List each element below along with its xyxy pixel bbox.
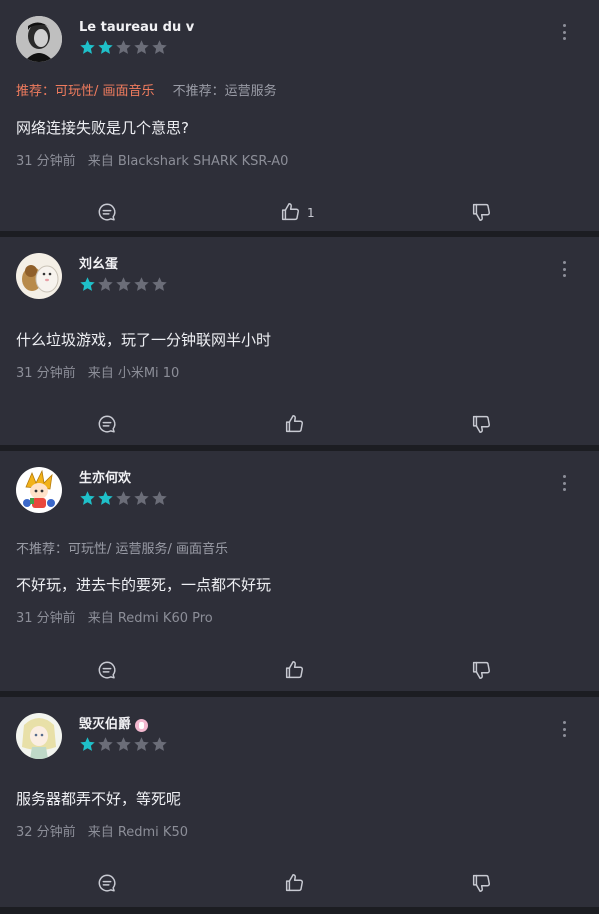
- star-empty-icon: [134, 737, 149, 751]
- not-recommend-label: 不推荐：可玩性/ 运营服务/ 画面音乐: [16, 542, 229, 557]
- comment-button[interactable]: [96, 201, 118, 225]
- review-meta: 31 分钟前 来自 小米Mi 10: [16, 365, 583, 383]
- like-button[interactable]: 1: [279, 201, 315, 225]
- star-empty-icon: [152, 277, 167, 291]
- timestamp: 31 分钟前: [16, 154, 76, 169]
- thumbs-up-icon: [283, 872, 305, 897]
- device-source: 来自 Redmi K50: [87, 825, 188, 840]
- like-button[interactable]: [283, 413, 305, 437]
- star-filled-icon: [98, 491, 113, 505]
- thumbs-down-icon: [470, 872, 492, 897]
- dislike-button[interactable]: [470, 659, 492, 683]
- comment-button[interactable]: [96, 659, 118, 683]
- star-rating: [79, 39, 168, 56]
- action-bar: [0, 854, 599, 914]
- action-bar: [0, 395, 599, 455]
- avatar[interactable]: [16, 713, 62, 759]
- device-source: 来自 小米Mi 10: [87, 366, 180, 381]
- review-card: Le taureau du v 推荐：可玩性/ 画面音乐 不推荐：运营服务 网络…: [0, 0, 599, 231]
- star-filled-icon: [80, 40, 95, 54]
- avatar[interactable]: [16, 253, 62, 299]
- star-empty-icon: [116, 277, 131, 291]
- review-meta: 32 分钟前 来自 Redmi K50: [16, 824, 583, 842]
- action-bar: 1: [0, 183, 599, 243]
- not-recommend-label: 不推荐：运营服务: [172, 84, 277, 99]
- comment-icon: [96, 201, 118, 226]
- user-header: 刘幺蛋: [79, 257, 118, 273]
- recommend-label: 推荐：可玩性/ 画面音乐: [16, 84, 155, 99]
- user-header: 生亦何欢: [79, 471, 131, 487]
- username[interactable]: 刘幺蛋: [79, 257, 118, 273]
- review-text[interactable]: 不好玩，进去卡的要死，一点都不好玩: [16, 575, 583, 595]
- star-empty-icon: [152, 40, 167, 54]
- star-rating: [79, 276, 168, 293]
- device-source: 来自 Blackshark SHARK KSR-A0: [87, 154, 289, 169]
- action-bar: [0, 641, 599, 701]
- comment-button[interactable]: [96, 413, 118, 437]
- timestamp: 31 分钟前: [16, 611, 76, 626]
- review-card: 刘幺蛋 什么垃圾游戏，玩了一分钟联网半小时 31 分钟前 来自 小米Mi 10: [0, 237, 599, 445]
- star-empty-icon: [116, 737, 131, 751]
- review-text[interactable]: 什么垃圾游戏，玩了一分钟联网半小时: [16, 330, 583, 350]
- review-card: 毁灭伯爵 服务器都弄不好，等死呢 32 分钟前 来自 Redmi K50: [0, 697, 599, 907]
- dislike-button[interactable]: [470, 872, 492, 896]
- star-empty-icon: [98, 737, 113, 751]
- user-header: Le taureau du v: [79, 20, 194, 36]
- review-text[interactable]: 服务器都弄不好，等死呢: [16, 789, 583, 809]
- avatar[interactable]: [16, 467, 62, 513]
- star-empty-icon: [152, 737, 167, 751]
- timestamp: 32 分钟前: [16, 825, 76, 840]
- more-icon[interactable]: [561, 24, 567, 40]
- like-button[interactable]: [283, 659, 305, 683]
- more-icon[interactable]: [561, 721, 567, 737]
- review-card: 生亦何欢 不推荐：可玩性/ 运营服务/ 画面音乐 不好玩，进去卡的要死，一点都不…: [0, 451, 599, 691]
- thumbs-up-icon: [283, 659, 305, 684]
- thumbs-down-icon: [470, 659, 492, 684]
- more-icon[interactable]: [561, 261, 567, 277]
- review-meta: 31 分钟前 来自 Redmi K60 Pro: [16, 610, 583, 628]
- timestamp: 31 分钟前: [16, 366, 76, 381]
- recommend-tags: 推荐：可玩性/ 画面音乐 不推荐：运营服务: [16, 83, 583, 101]
- star-empty-icon: [134, 491, 149, 505]
- username[interactable]: 生亦何欢: [79, 471, 131, 487]
- thumbs-up-icon: [283, 413, 305, 438]
- star-empty-icon: [116, 491, 131, 505]
- star-empty-icon: [134, 40, 149, 54]
- star-filled-icon: [98, 40, 113, 54]
- thumbs-down-icon: [470, 201, 492, 226]
- comment-icon: [96, 872, 118, 897]
- star-filled-icon: [80, 277, 95, 291]
- star-empty-icon: [134, 277, 149, 291]
- review-text[interactable]: 网络连接失败是几个意思?: [16, 118, 583, 138]
- device-source: 来自 Redmi K60 Pro: [87, 611, 213, 626]
- star-empty-icon: [152, 491, 167, 505]
- comment-icon: [96, 413, 118, 438]
- comment-button[interactable]: [96, 872, 118, 896]
- user-header: 毁灭伯爵: [79, 717, 149, 733]
- dislike-button[interactable]: [470, 201, 492, 225]
- username[interactable]: Le taureau du v: [79, 20, 194, 36]
- dislike-button[interactable]: [470, 413, 492, 437]
- star-empty-icon: [116, 40, 131, 54]
- star-filled-icon: [80, 737, 95, 751]
- avatar[interactable]: [16, 16, 62, 62]
- thumbs-down-icon: [470, 413, 492, 438]
- review-meta: 31 分钟前 来自 Blackshark SHARK KSR-A0: [16, 153, 583, 171]
- username[interactable]: 毁灭伯爵: [79, 717, 131, 733]
- review-feed: Le taureau du v 推荐：可玩性/ 画面音乐 不推荐：运营服务 网络…: [0, 0, 599, 907]
- more-icon[interactable]: [561, 475, 567, 491]
- star-empty-icon: [98, 277, 113, 291]
- like-count: 1: [307, 206, 315, 220]
- star-rating: [79, 490, 168, 507]
- thumbs-up-icon: [279, 201, 301, 226]
- star-rating: [79, 736, 168, 753]
- member-badge-icon: [135, 718, 149, 732]
- recommend-tags: 不推荐：可玩性/ 运营服务/ 画面音乐: [16, 541, 583, 559]
- like-button[interactable]: [283, 872, 305, 896]
- star-filled-icon: [80, 491, 95, 505]
- comment-icon: [96, 659, 118, 684]
